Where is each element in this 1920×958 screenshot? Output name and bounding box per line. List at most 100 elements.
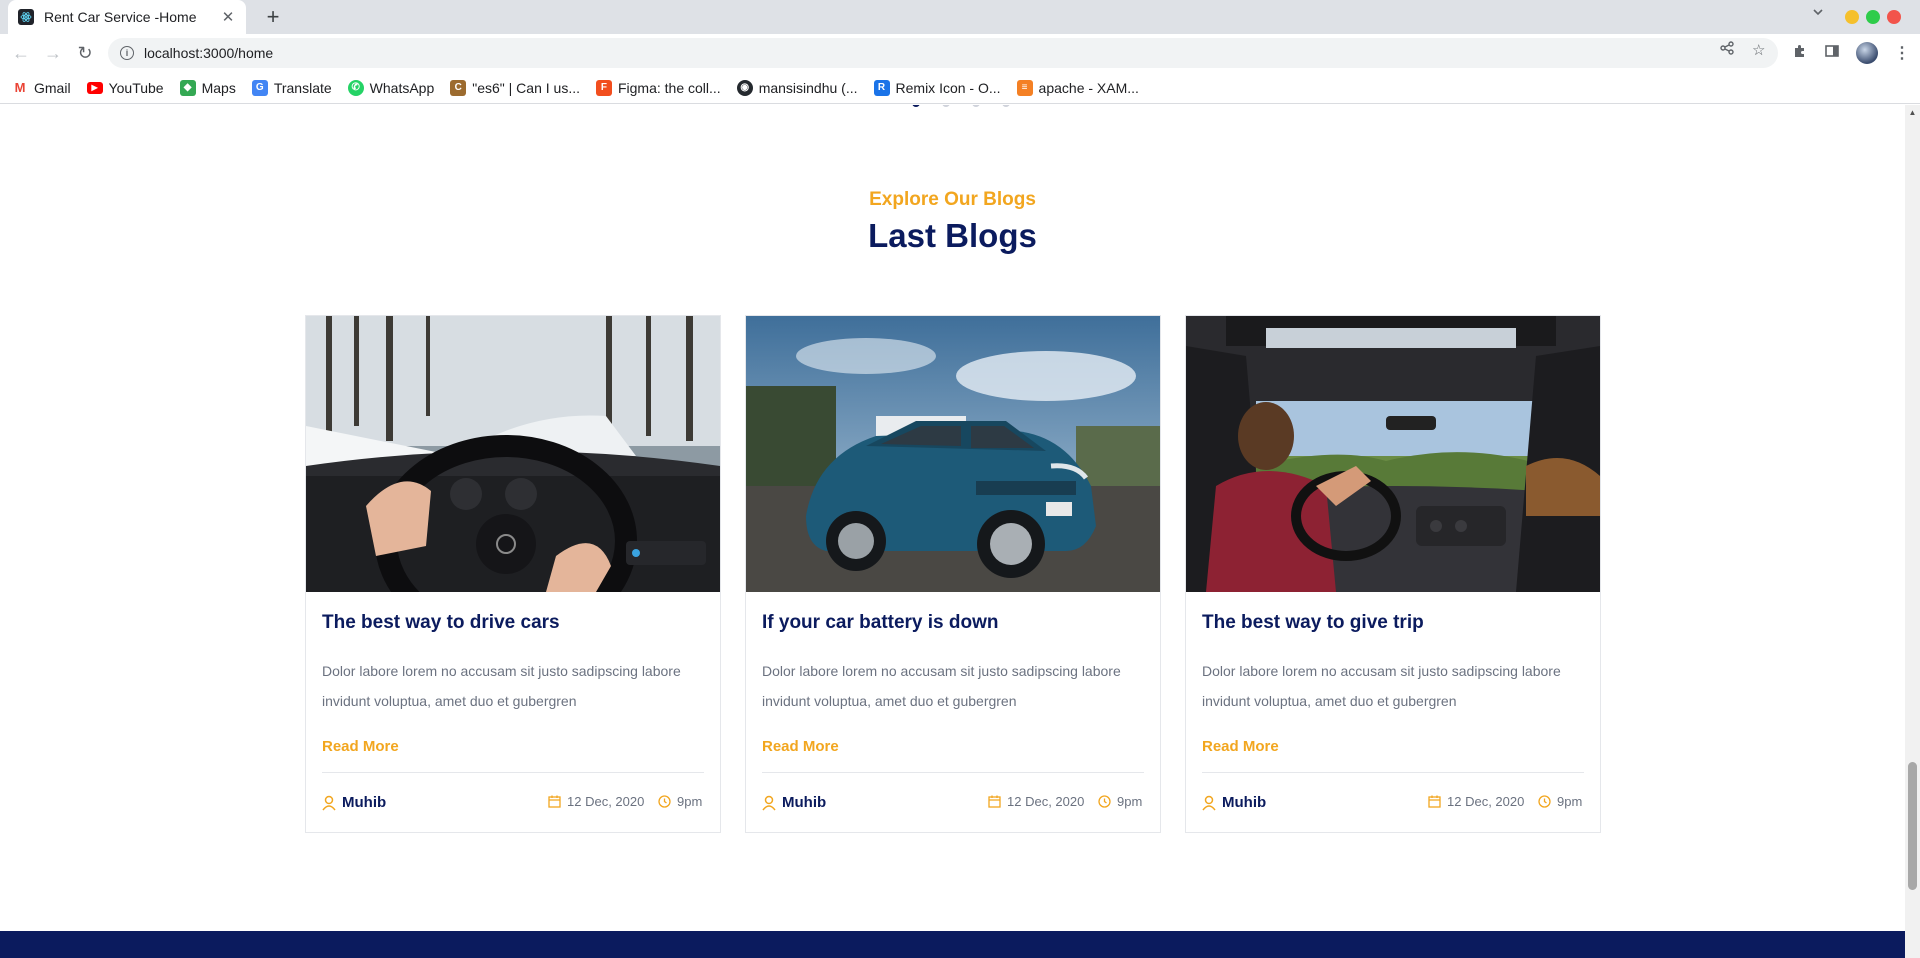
translate-icon: G xyxy=(251,79,268,96)
read-more-link[interactable]: Read More xyxy=(1202,738,1279,755)
date-text: 12 Dec, 2020 xyxy=(1007,794,1085,809)
bookmark-label: Remix Icon - O... xyxy=(895,79,1001,96)
blog-author[interactable]: Muhib xyxy=(1202,794,1266,811)
side-panel-icon[interactable] xyxy=(1824,43,1840,64)
bookmark-label: "es6" | Can I us... xyxy=(472,79,580,96)
bookmark-label: Gmail xyxy=(34,79,71,96)
back-arrow-icon[interactable]: ← xyxy=(10,42,32,64)
section-title: Last Blogs xyxy=(868,217,1037,254)
tab-title: Rent Car Service -Home xyxy=(44,9,197,25)
scrollbar-thumb[interactable] xyxy=(1908,762,1917,890)
extensions-puzzle-icon[interactable] xyxy=(1792,43,1808,64)
minimize-button[interactable] xyxy=(1845,10,1859,24)
address-bar[interactable]: i localhost:3000/home xyxy=(108,38,1778,68)
page-scrollbar[interactable]: ▲ xyxy=(1905,105,1920,958)
user-icon xyxy=(762,795,776,811)
blog-image-steering-wheel xyxy=(306,316,720,592)
blog-title[interactable]: If your car battery is down xyxy=(762,612,999,634)
page-viewport: Explore Our Blogs Last Blogs The best wa… xyxy=(0,105,1920,958)
time-text: 9pm xyxy=(1117,794,1143,809)
close-window-button[interactable] xyxy=(1887,10,1901,24)
user-icon xyxy=(1202,795,1216,811)
site-info-icon[interactable]: i xyxy=(120,46,134,60)
new-tab-button[interactable]: + xyxy=(260,4,286,30)
bookmark-star-icon[interactable]: ☆ xyxy=(1752,41,1765,59)
url-text[interactable]: localhost:3000/home xyxy=(144,45,273,61)
tab-search-chevron-icon[interactable] xyxy=(1812,6,1824,21)
caniuse-icon: C xyxy=(450,79,467,96)
remix-icon: R xyxy=(873,79,890,96)
react-icon xyxy=(18,9,34,25)
menu-kebab-icon[interactable]: ⋮ xyxy=(1894,43,1910,63)
date-text: 12 Dec, 2020 xyxy=(567,794,645,809)
calendar-icon xyxy=(548,795,561,808)
section-subtitle: Explore Our Blogs xyxy=(869,189,1036,210)
reload-icon[interactable]: ↻ xyxy=(74,42,96,64)
footer-band xyxy=(0,931,1905,958)
user-icon xyxy=(322,795,336,811)
time-text: 9pm xyxy=(677,794,703,809)
calendar-icon xyxy=(988,795,1001,808)
blog-image-blue-car xyxy=(746,316,1160,592)
date-text: 12 Dec, 2020 xyxy=(1447,794,1525,809)
blog-author[interactable]: Muhib xyxy=(322,794,386,811)
blog-image-road-trip xyxy=(1186,316,1600,592)
blog-excerpt: Dolor labore lorem no accusam sit justo … xyxy=(762,663,1121,709)
bookmark-maps[interactable]: ◆ Maps xyxy=(179,79,236,96)
tab-close-icon[interactable]: ✕ xyxy=(220,8,236,26)
maximize-button[interactable] xyxy=(1866,10,1880,24)
blog-title[interactable]: The best way to drive cars xyxy=(322,612,560,634)
author-name: Muhib xyxy=(782,794,827,811)
scroll-up-arrow-icon[interactable]: ▲ xyxy=(1905,105,1920,120)
blog-time: 9pm xyxy=(1538,794,1582,809)
blog-card: The best way to drive cars Dolor labore … xyxy=(305,315,721,833)
clock-icon xyxy=(658,795,671,808)
blog-date: 12 Dec, 2020 xyxy=(988,794,1084,809)
profile-avatar[interactable] xyxy=(1856,42,1878,64)
read-more-link[interactable]: Read More xyxy=(322,738,399,755)
bookmark-label: Figma: the coll... xyxy=(617,79,721,96)
bookmark-label: apache - XAM... xyxy=(1038,79,1139,96)
carousel-dot[interactable] xyxy=(972,105,980,107)
browser-tab[interactable]: Rent Car Service -Home ✕ xyxy=(8,0,246,34)
bookmark-label: WhatsApp xyxy=(369,79,435,96)
blog-date: 12 Dec, 2020 xyxy=(548,794,644,809)
card-divider xyxy=(1202,772,1584,773)
bookmark-youtube[interactable]: ▶ YouTube xyxy=(86,80,164,96)
carousel-dot[interactable] xyxy=(942,105,950,107)
figma-icon: F xyxy=(595,79,612,96)
bookmark-whatsapp[interactable]: ✆ WhatsApp xyxy=(347,79,435,96)
stackoverflow-icon: ≡ xyxy=(1016,79,1033,96)
bookmark-github[interactable]: ◉ mansisindhu (... xyxy=(736,79,858,96)
blog-title[interactable]: The best way to give trip xyxy=(1202,612,1424,634)
share-icon[interactable] xyxy=(1720,41,1734,59)
bookmark-apache[interactable]: ≡ apache - XAM... xyxy=(1016,79,1139,96)
maps-icon: ◆ xyxy=(179,79,196,96)
carousel-dot[interactable] xyxy=(1002,105,1010,107)
card-divider xyxy=(762,772,1144,773)
card-divider xyxy=(322,772,704,773)
blog-time: 9pm xyxy=(1098,794,1142,809)
carousel-dots xyxy=(912,105,1010,107)
gmail-icon: M xyxy=(12,79,28,96)
bookmark-figma[interactable]: F Figma: the coll... xyxy=(595,79,721,96)
blog-card: If your car battery is down Dolor labore… xyxy=(745,315,1161,833)
clock-icon xyxy=(1098,795,1111,808)
blog-time: 9pm xyxy=(658,794,702,809)
blog-excerpt: Dolor labore lorem no accusam sit justo … xyxy=(1202,663,1561,709)
blog-card: The best way to give trip Dolor labore l… xyxy=(1185,315,1601,833)
bookmark-label: Maps xyxy=(201,79,236,96)
bookmark-label: mansisindhu (... xyxy=(758,79,858,96)
bookmark-translate[interactable]: G Translate xyxy=(251,79,332,96)
bookmarks-bar: M Gmail ▶ YouTube ◆ Maps G Translate ✆ W… xyxy=(0,72,1920,104)
forward-arrow-icon[interactable]: → xyxy=(42,42,64,64)
author-name: Muhib xyxy=(1222,794,1267,811)
browser-toolbar: ← → ↻ i localhost:3000/home ☆ ⋮ xyxy=(0,34,1920,72)
youtube-icon: ▶ xyxy=(86,81,103,94)
bookmark-gmail[interactable]: M Gmail xyxy=(12,79,71,96)
blog-author[interactable]: Muhib xyxy=(762,794,826,811)
bookmark-remix-icon[interactable]: R Remix Icon - O... xyxy=(873,79,1001,96)
bookmark-caniuse[interactable]: C "es6" | Can I us... xyxy=(450,79,580,96)
read-more-link[interactable]: Read More xyxy=(762,738,839,755)
carousel-dot[interactable] xyxy=(912,105,920,107)
